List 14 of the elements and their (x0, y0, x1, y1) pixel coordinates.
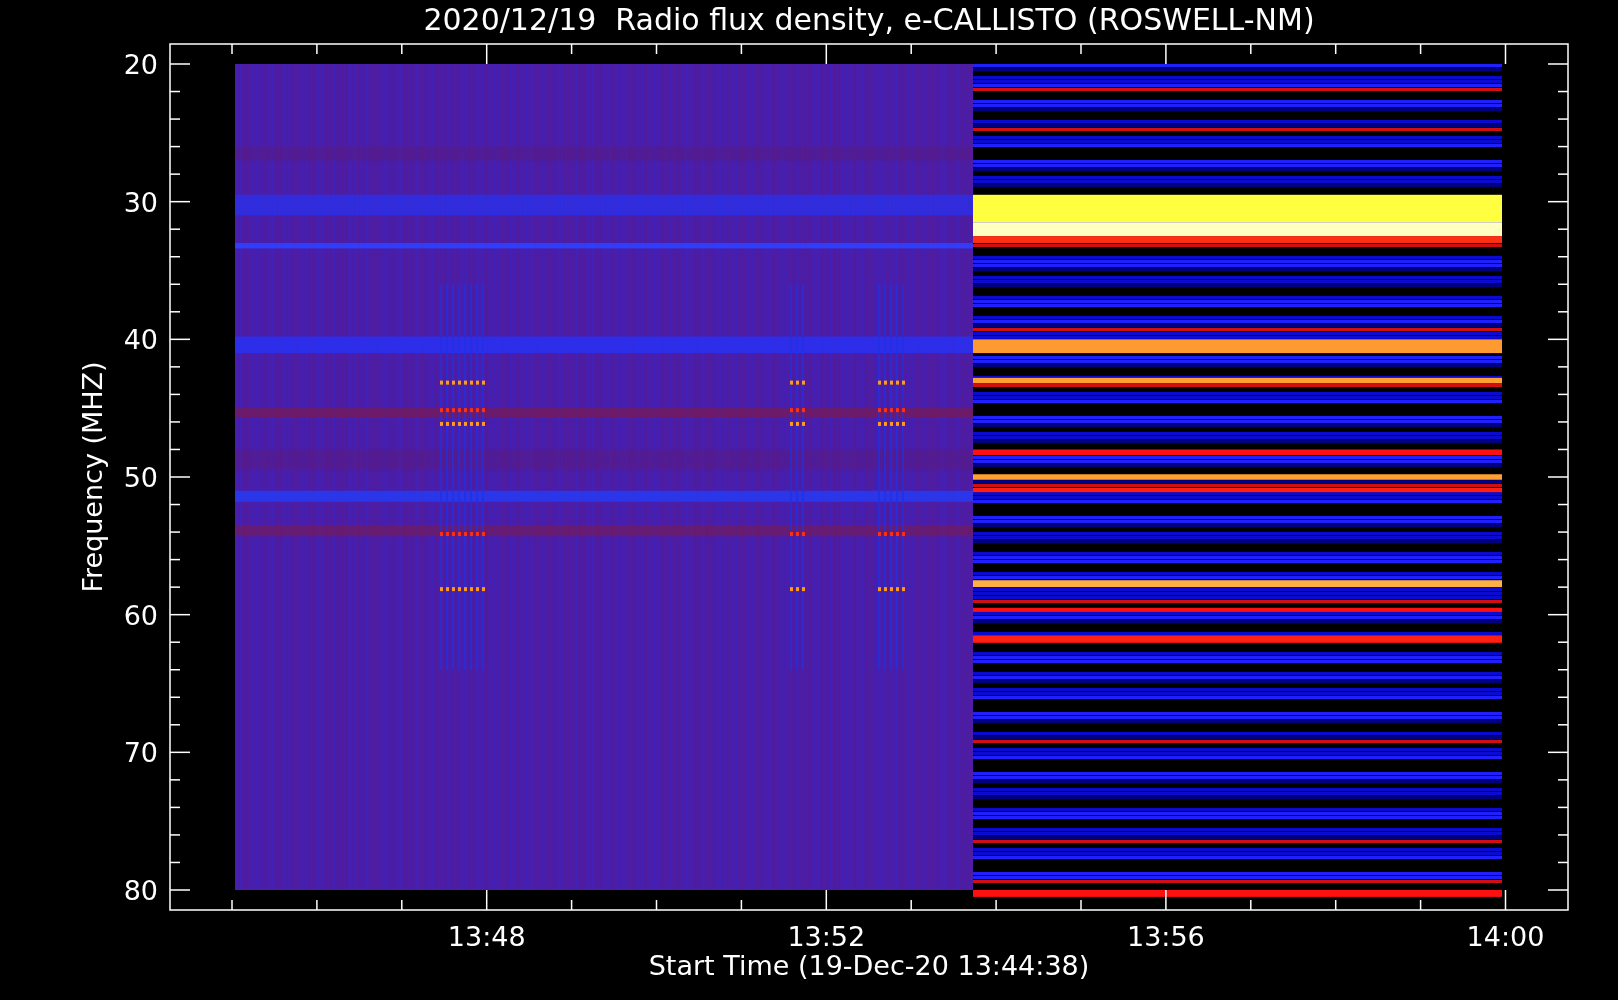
chart-title: 2020/12/19 Radio flux density, e-CALLISTO (ROSWELL-NM) (423, 2, 1315, 37)
axis-title: Start Time (19-Dec-20 13:44:38) (648, 950, 1090, 981)
axis-tick-label: 20 (123, 49, 158, 80)
axis-tick-label: 13:56 (1127, 921, 1205, 952)
axis-tick-label: 13:52 (787, 921, 866, 952)
axis-tick-label: 13:48 (447, 921, 526, 952)
axis-tick-label: 14:00 (1466, 921, 1545, 952)
axis-title: Frequency (MHZ) (77, 361, 108, 593)
axis-tick-label: 80 (123, 875, 158, 906)
axis-tick-label: 70 (123, 737, 158, 769)
axis-tick-label: 40 (123, 324, 158, 356)
axis-tick-label: 30 (123, 186, 158, 218)
axis-tick-label: 50 (123, 462, 158, 493)
axis-tick-label: 60 (123, 599, 158, 631)
